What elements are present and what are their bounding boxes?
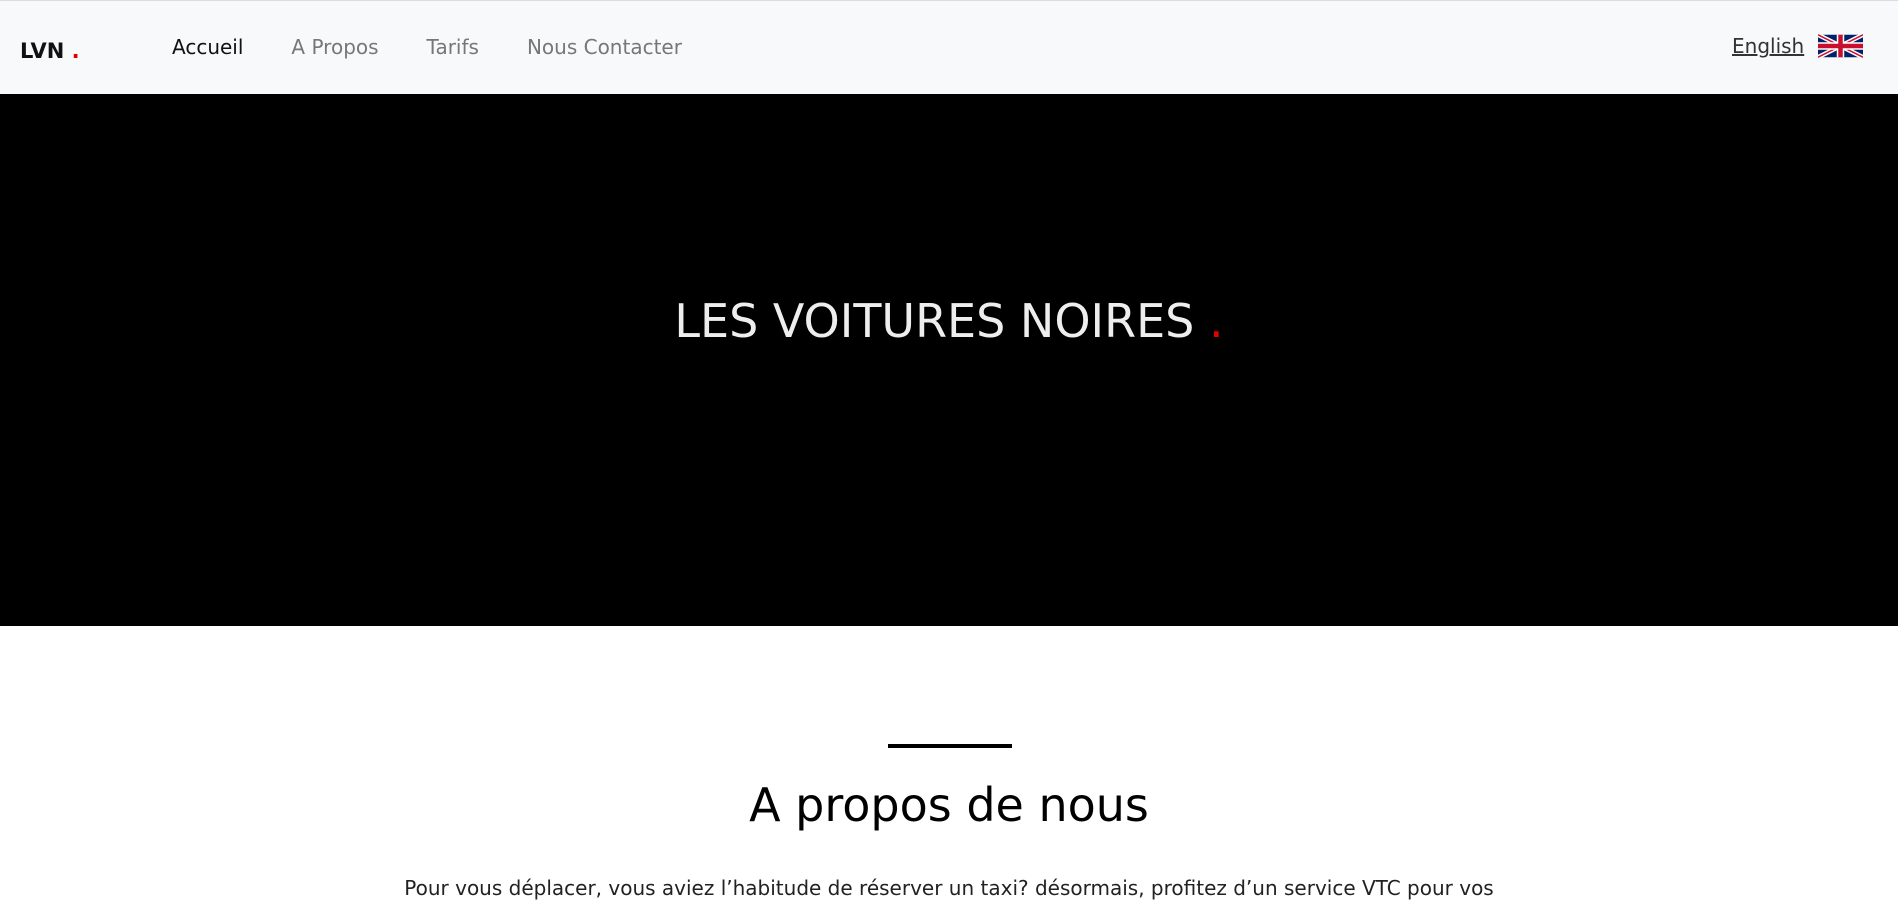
navbar: LVN . Accueil A Propos Tarifs Nous Conta… — [0, 0, 1898, 94]
nav-a-propos[interactable]: A Propos — [291, 35, 378, 59]
logo-dot: . — [71, 39, 80, 63]
hero-banner: LES VOITURES NOIRES . — [0, 94, 1898, 626]
nav-nous-contacter[interactable]: Nous Contacter — [527, 35, 682, 59]
language-switch: English — [1732, 34, 1864, 58]
hero-title: LES VOITURES NOIRES . — [0, 294, 1898, 348]
about-heading: A propos de nous — [749, 778, 1149, 832]
hero-dot: . — [1208, 294, 1224, 348]
hero-title-text: LES VOITURES NOIRES — [674, 294, 1195, 348]
language-link[interactable]: English — [1732, 34, 1804, 58]
section-divider — [888, 744, 1012, 748]
nav-accueil[interactable]: Accueil — [172, 35, 243, 59]
about-text: Pour vous déplacer, vous aviez l’habitud… — [404, 876, 1494, 900]
uk-flag-icon[interactable] — [1818, 34, 1864, 58]
nav-tarifs[interactable]: Tarifs — [427, 35, 479, 59]
nav-links: Accueil A Propos Tarifs Nous Contacter — [172, 35, 682, 59]
logo[interactable]: LVN . — [20, 39, 80, 63]
logo-text: LVN — [20, 39, 65, 63]
